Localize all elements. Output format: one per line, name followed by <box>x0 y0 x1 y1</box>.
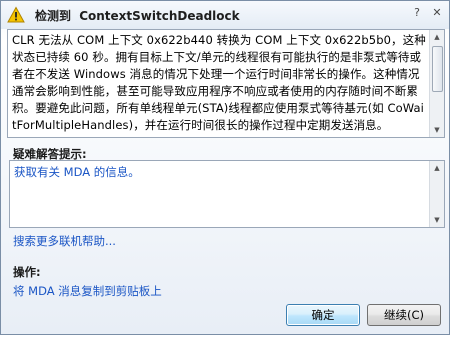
close-icon[interactable]: ✕ <box>429 5 445 21</box>
title-prefix: 检测到 <box>35 9 72 23</box>
title-bar[interactable]: 检测到 ContextSwitchDeadlock ? ✕ <box>1 1 449 29</box>
tips-scrollbar[interactable]: ▲ ▼ <box>429 161 444 227</box>
scroll-down-icon[interactable]: ▼ <box>430 123 444 137</box>
ok-button[interactable]: 确定 <box>286 304 360 326</box>
troubleshooting-tip-link[interactable]: 获取有关 MDA 的信息。 <box>14 164 140 180</box>
copy-to-clipboard-link[interactable]: 将 MDA 消息复制到剪贴板上 <box>13 283 162 299</box>
scroll-thumb[interactable] <box>432 46 443 92</box>
search-online-help-link[interactable]: 搜索更多联机帮助... <box>13 233 116 249</box>
actions-label: 操作: <box>13 265 41 279</box>
exception-assistant-window: 检测到 ContextSwitchDeadlock ? ✕ CLR 无法从 CO… <box>0 0 450 335</box>
scroll-up-icon[interactable]: ▲ <box>430 30 444 44</box>
scroll-up-icon[interactable]: ▲ <box>430 161 444 175</box>
scroll-down-icon[interactable]: ▼ <box>430 213 444 227</box>
continue-button[interactable]: 继续(C) <box>367 304 441 326</box>
message-text: CLR 无法从 COM 上下文 0x622b440 转换为 COM 上下文 0x… <box>12 33 426 132</box>
title-exception-name: ContextSwitchDeadlock <box>79 9 240 23</box>
window-title: 检测到 ContextSwitchDeadlock <box>35 7 240 24</box>
troubleshooting-box: 获取有关 MDA 的信息。 ▲ ▼ <box>9 160 445 228</box>
message-box[interactable]: CLR 无法从 COM 上下文 0x622b440 转换为 COM 上下文 0x… <box>7 29 445 138</box>
message-scrollbar[interactable]: ▲ ▼ <box>429 30 444 137</box>
warning-icon <box>7 6 25 23</box>
help-icon[interactable]: ? <box>409 5 425 21</box>
